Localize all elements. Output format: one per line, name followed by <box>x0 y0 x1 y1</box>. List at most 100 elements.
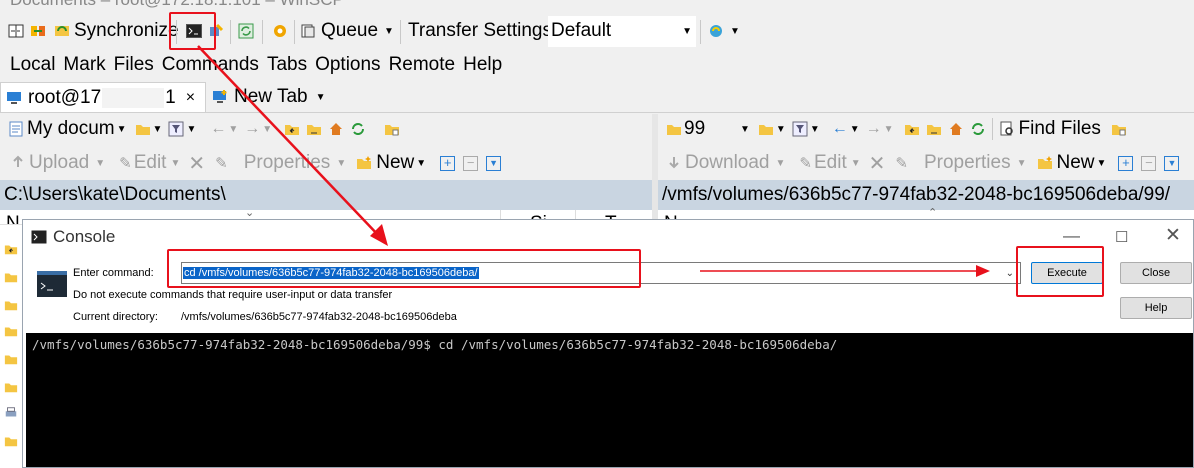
refresh-icon[interactable] <box>970 121 986 137</box>
chevron-down-icon[interactable]: ▼ <box>186 124 196 135</box>
window-title-bar: Documents – root@172.18.1.101 – WinSCP <box>0 0 1194 12</box>
download-button[interactable]: Download <box>685 152 770 174</box>
delete-icon[interactable]: ✕ <box>188 151 205 176</box>
preferences-gear-icon[interactable] <box>272 14 288 48</box>
chevron-down-icon: ▼ <box>682 25 692 37</box>
upload-button[interactable]: Upload <box>29 152 89 174</box>
bookmark-folder-icon[interactable] <box>384 121 400 137</box>
folder-icon[interactable] <box>4 298 18 312</box>
folder-icon[interactable] <box>4 270 18 284</box>
compare-icon[interactable] <box>8 14 24 48</box>
folder-icon[interactable] <box>4 434 18 448</box>
tab-session-label: root@17 <box>28 86 102 108</box>
chevron-down-icon[interactable]: ▼ <box>740 124 750 135</box>
queue-label: Queue <box>321 20 379 41</box>
close-icon[interactable]: × <box>186 89 195 107</box>
transfer-settings-select[interactable]: Default ▼ <box>548 16 696 47</box>
bookmark-folder-icon[interactable] <box>1111 121 1127 137</box>
chevron-down-icon[interactable]: ▼ <box>810 124 820 135</box>
root-dir-icon[interactable] <box>926 121 942 137</box>
console-terminal-icon <box>37 271 67 297</box>
home-icon[interactable] <box>948 121 964 137</box>
unselect-icon[interactable]: − <box>1141 155 1157 171</box>
console-title: Console <box>53 227 116 246</box>
new-button[interactable]: New <box>376 152 414 174</box>
folder-icon[interactable] <box>4 380 18 394</box>
tab-new[interactable]: New Tab ▼ <box>212 82 326 112</box>
menu-options[interactable]: Options <box>315 54 380 76</box>
folder-open-icon[interactable] <box>758 121 774 137</box>
synchronize-button[interactable]: Synchronize <box>54 14 179 48</box>
parent-dir-icon[interactable] <box>904 121 920 137</box>
tab-new-label: New Tab <box>234 86 308 107</box>
remote-path-bar[interactable]: /vmfs/volumes/636b5c77-974fab32-2048-bc1… <box>658 180 1194 210</box>
edit-button[interactable]: Edit <box>134 152 167 174</box>
local-path-bar[interactable]: C:\Users\kate\Documents\ <box>0 180 652 210</box>
filter-icon[interactable] <box>168 121 184 137</box>
maximize-icon[interactable]: ☐ <box>1115 228 1128 246</box>
minimize-icon[interactable]: — <box>1063 226 1080 246</box>
edit-button[interactable]: Edit <box>814 152 847 174</box>
session-sync-icon[interactable]: ▼ <box>708 14 740 48</box>
console-output[interactable]: /vmfs/volumes/636b5c77-974fab32-2048-bc1… <box>26 333 1193 467</box>
menu-mark[interactable]: Mark <box>63 54 105 76</box>
chevron-down-icon[interactable]: ⌄ <box>1006 268 1014 279</box>
properties-button[interactable]: Properties <box>924 152 1011 174</box>
synchronize-label: Synchronize <box>74 20 179 41</box>
unselect-icon[interactable]: − <box>463 155 479 171</box>
filter-select-icon[interactable]: ▼ <box>486 155 502 171</box>
folder-open-icon[interactable] <box>135 121 151 137</box>
filter-icon[interactable] <box>792 121 808 137</box>
rename-icon[interactable]: ✎ <box>215 154 228 172</box>
chevron-down-icon[interactable]: ▼ <box>117 124 127 135</box>
new-button[interactable]: New <box>1057 152 1095 174</box>
parent-folder-icon[interactable] <box>4 242 18 256</box>
help-button[interactable]: Help <box>1120 297 1192 319</box>
menu-local[interactable]: Local <box>10 54 55 76</box>
console-title-bar: Console <box>31 227 115 247</box>
parent-dir-icon[interactable] <box>284 121 300 137</box>
delete-icon[interactable]: ✕ <box>869 151 886 176</box>
annotation-box-command <box>167 249 641 288</box>
sort-arrow-icon: ⌄ <box>245 210 255 219</box>
remote-file-toolbar: Download ▼ ✎ Edit ▼ ✕ ✎ Properties ▼ New ▼ +… <box>660 148 1194 178</box>
folder-icon[interactable] <box>4 352 18 366</box>
filter-select-icon[interactable]: ▼ <box>1164 155 1180 171</box>
tab-session[interactable]: root@17 1 × <box>0 82 206 112</box>
close-button[interactable]: Close <box>1120 262 1192 284</box>
close-icon[interactable]: ✕ <box>1165 224 1181 247</box>
find-files-button[interactable]: Find Files <box>1019 118 1101 140</box>
printer-icon[interactable] <box>4 406 18 420</box>
sync-dirs-icon[interactable] <box>30 14 46 48</box>
queue-button[interactable]: Queue ▼ <box>300 14 394 48</box>
home-icon[interactable] <box>328 121 344 137</box>
menu-files[interactable]: Files <box>114 54 154 76</box>
enter-command-label: Enter command: <box>73 267 154 279</box>
menu-remote[interactable]: Remote <box>389 54 456 76</box>
rename-icon[interactable]: ✎ <box>895 154 908 172</box>
select-all-icon[interactable]: + <box>440 155 456 171</box>
menu-commands[interactable]: Commands <box>162 54 259 76</box>
session-tabs: root@17 1 × New Tab ▼ <box>0 82 1194 113</box>
folder-icon[interactable] <box>4 324 18 338</box>
menu-help[interactable]: Help <box>463 54 502 76</box>
terminal-icon <box>31 230 47 244</box>
back-arrow-icon[interactable]: ← <box>832 120 848 138</box>
menu-tabs[interactable]: Tabs <box>267 54 307 76</box>
find-files-icon <box>1000 121 1013 136</box>
refresh-session-icon[interactable] <box>238 14 254 48</box>
refresh-icon[interactable] <box>350 121 366 137</box>
properties-button[interactable]: Properties <box>244 152 331 174</box>
forward-arrow-icon[interactable]: → <box>866 120 882 138</box>
column-name-header[interactable]: N <box>6 213 20 224</box>
chevron-down-icon[interactable]: ▼ <box>153 124 163 135</box>
forward-arrow-icon[interactable]: → <box>244 120 260 138</box>
chevron-down-icon: ▼ <box>315 91 326 103</box>
local-location[interactable]: My docum <box>27 118 115 140</box>
select-all-icon[interactable]: + <box>1118 155 1134 171</box>
menu-bar: Local Mark Files Commands Tabs Options R… <box>0 50 1194 80</box>
remote-location[interactable]: 99 <box>684 118 738 140</box>
root-dir-icon[interactable] <box>306 121 322 137</box>
chevron-down-icon[interactable]: ▼ <box>776 124 786 135</box>
back-arrow-icon[interactable]: ← <box>210 120 226 138</box>
